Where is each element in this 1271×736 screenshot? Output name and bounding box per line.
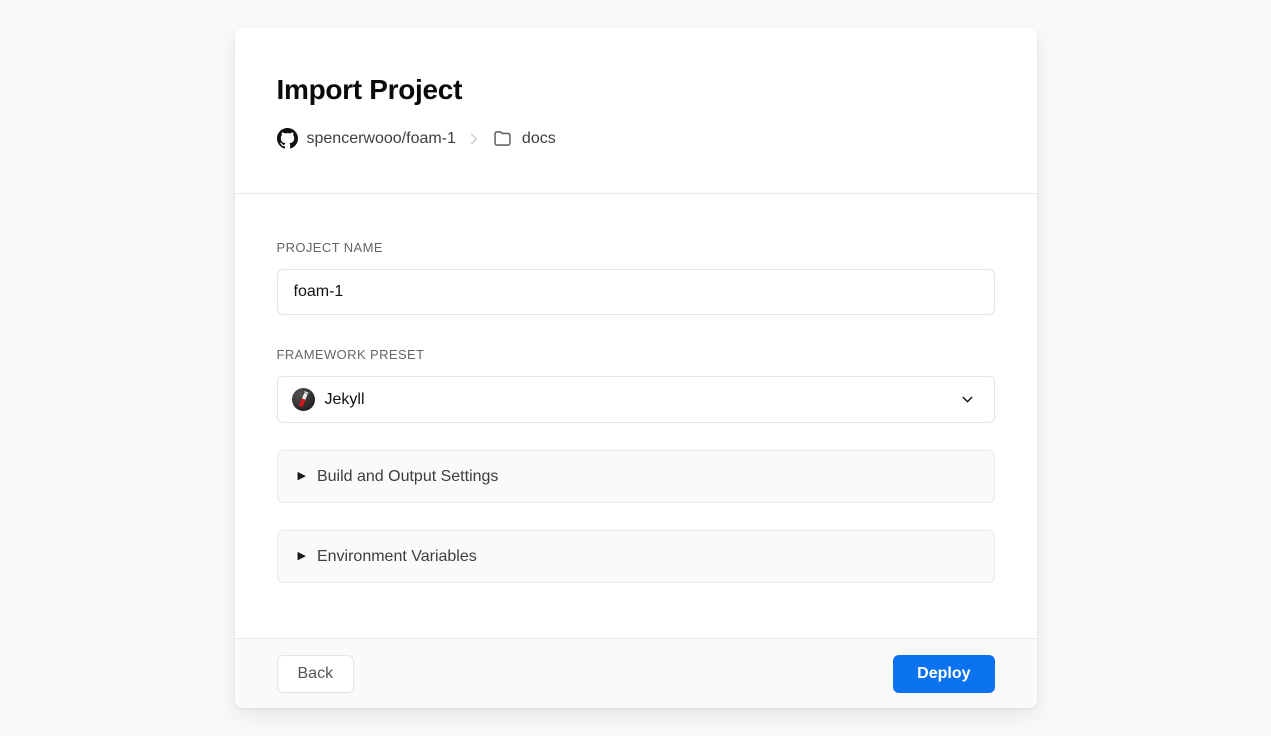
dialog-footer: Back Deploy [235,638,1037,708]
framework-preset-select[interactable]: Jekyll [277,376,995,423]
jekyll-logo-icon [292,388,315,411]
environment-variables-label: Environment Variables [317,548,477,566]
deploy-button[interactable]: Deploy [893,655,994,693]
page-background: { "dialog": { "title": "Import Project",… [0,0,1271,736]
chevron-right-icon [465,130,483,148]
breadcrumb-directory[interactable]: docs [522,130,556,148]
breadcrumb: spencerwooo/foam-1 docs [277,128,995,149]
build-output-settings-label: Build and Output Settings [317,468,498,486]
framework-preset-field-group: FRAMEWORK PRESET [277,347,995,423]
import-project-dialog: Import Project spencerwooo/foam-1 docs [235,28,1037,708]
triangle-right-icon: ▶ [298,471,306,482]
back-button[interactable]: Back [277,655,355,693]
framework-preset-label: FRAMEWORK PRESET [277,347,995,362]
github-icon [277,128,298,149]
framework-preset-value: Jekyll [325,391,949,409]
page-title: Import Project [277,74,995,106]
build-output-settings-accordion[interactable]: ▶ Build and Output Settings [277,450,995,503]
dialog-body: PROJECT NAME FRAMEWORK PRESET [235,194,1037,638]
environment-variables-accordion[interactable]: ▶ Environment Variables [277,530,995,583]
folder-icon [492,128,513,149]
dialog-header: Import Project spencerwooo/foam-1 docs [235,28,1037,194]
project-name-label: PROJECT NAME [277,240,995,255]
triangle-right-icon: ▶ [298,551,306,562]
chevron-down-icon [959,391,976,408]
project-name-field-group: PROJECT NAME [277,240,995,315]
breadcrumb-repo[interactable]: spencerwooo/foam-1 [307,130,456,148]
project-name-input[interactable] [277,269,995,315]
